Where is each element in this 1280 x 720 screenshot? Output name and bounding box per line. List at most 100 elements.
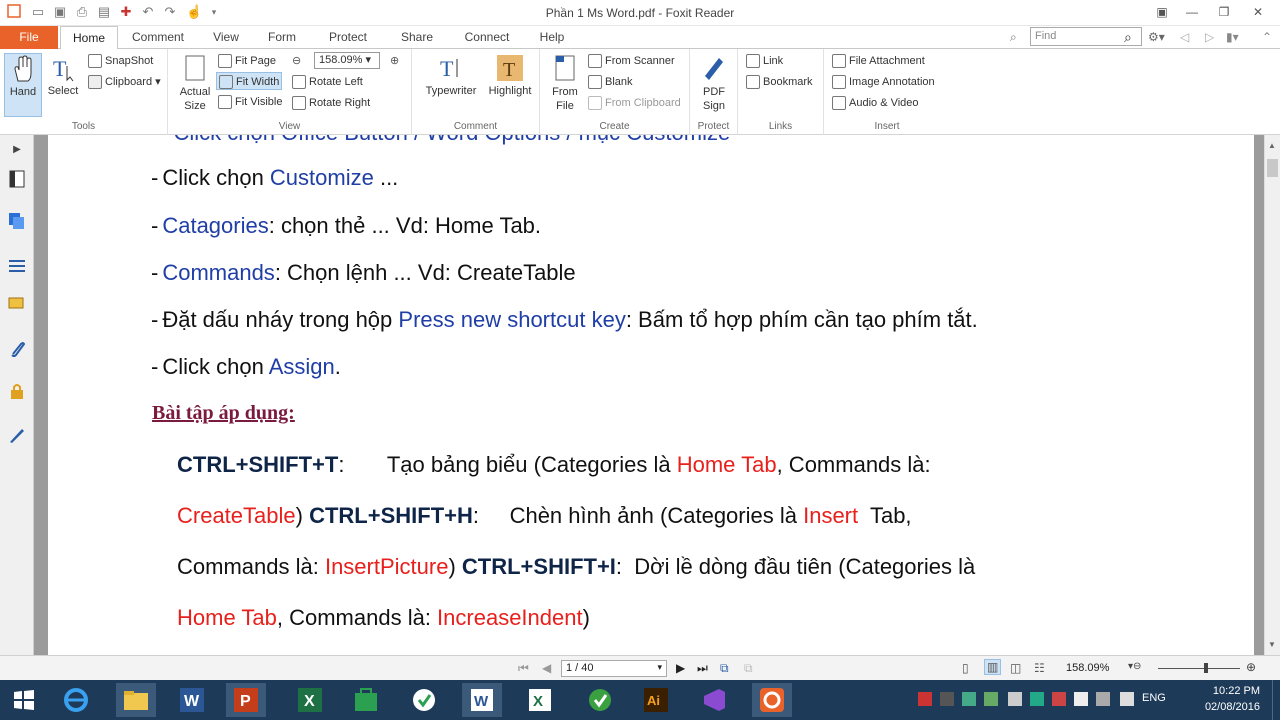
fit-visible-button[interactable]: Fit Visible (218, 93, 282, 111)
rotate-right-button[interactable]: Rotate Right (292, 94, 370, 112)
tray-flag-icon[interactable] (1074, 692, 1088, 706)
foxit-reader-icon[interactable] (752, 683, 792, 717)
audio-video-button[interactable]: Audio & Video (832, 94, 919, 112)
zoom-out-icon[interactable]: ⊖ (292, 52, 301, 70)
fit-width-button[interactable]: Fit Width (216, 72, 283, 90)
tray-v-icon[interactable] (1052, 692, 1066, 706)
foxit-tray-icon[interactable] (918, 692, 932, 706)
illustrator-icon[interactable]: Ai (636, 683, 676, 717)
page-number-field[interactable]: 1 / 40 ▾ (561, 660, 667, 677)
file-attachment-button[interactable]: File Attachment (832, 52, 925, 70)
select-button[interactable]: T Select (44, 53, 82, 97)
language-indicator[interactable]: ENG (1142, 692, 1166, 704)
from-clipboard-button[interactable]: From Clipboard (588, 94, 681, 112)
actual-size-button[interactable]: Actual Size (174, 53, 216, 113)
user-icon[interactable]: ▮▾ (1226, 30, 1239, 44)
pages-icon[interactable] (7, 169, 27, 189)
tab-protect[interactable]: Protect (323, 26, 373, 49)
pdf-sign-button[interactable]: PDF Sign (694, 53, 734, 113)
settings-gear-icon[interactable]: ⚙▾ (1148, 30, 1165, 44)
forward-icon[interactable]: ▷ (1205, 30, 1214, 44)
fit-page-button[interactable]: Fit Page (218, 52, 276, 70)
from-scanner-button[interactable]: From Scanner (588, 52, 675, 70)
powerpoint-icon[interactable]: P (226, 683, 266, 717)
hand-button[interactable]: Hand (4, 53, 42, 117)
bookmarks-panel-icon[interactable] (7, 255, 27, 275)
word-icon[interactable]: W (172, 683, 212, 717)
volume-icon[interactable] (1120, 692, 1134, 706)
zoom-slider-thumb[interactable] (1204, 663, 1208, 673)
visual-studio-icon[interactable] (694, 683, 734, 717)
excel-icon[interactable]: X (290, 683, 330, 717)
search-icon[interactable]: ⌕ (1124, 29, 1132, 46)
scroll-thumb[interactable] (1267, 159, 1278, 177)
ribbon-collapse-icon[interactable]: ⌃ (1262, 30, 1272, 44)
word-doc-icon[interactable]: W (462, 683, 502, 717)
zoom-field[interactable]: 158.09% ▾ (314, 52, 380, 69)
clipboard-button[interactable]: Clipboard ▾ (88, 73, 161, 91)
next-view-icon[interactable]: ⧉ (744, 661, 753, 676)
store-icon[interactable] (346, 683, 386, 717)
gom-player-icon[interactable] (404, 683, 444, 717)
ribbon-display-icon[interactable]: ▣ (1150, 2, 1174, 22)
zoom-in-status-icon[interactable]: ⊕ (1246, 660, 1256, 674)
tray-shield-icon[interactable] (962, 692, 976, 706)
comments-panel-icon[interactable] (7, 295, 27, 315)
first-page-icon[interactable]: ⏮ (518, 661, 529, 676)
scroll-up-icon[interactable]: ▲ (1268, 141, 1276, 150)
tab-home[interactable]: Home (60, 26, 118, 50)
tab-help[interactable]: Help (535, 26, 569, 49)
tab-view[interactable]: View (205, 26, 247, 49)
minimize-button[interactable]: — (1180, 2, 1204, 22)
image-annotation-button[interactable]: Image Annotation (832, 73, 935, 91)
network-icon[interactable] (1096, 692, 1110, 706)
blank-button[interactable]: Blank (588, 73, 633, 91)
internet-explorer-icon[interactable] (56, 683, 96, 717)
expand-panel-icon[interactable]: ▶ (7, 139, 27, 159)
bookmark-button[interactable]: Bookmark (746, 73, 813, 91)
file-explorer-icon[interactable] (116, 683, 156, 717)
facing-page-icon[interactable]: ◫ (1010, 661, 1021, 675)
tray-excel-icon[interactable] (1030, 692, 1044, 706)
next-page-icon[interactable]: ▶ (676, 661, 685, 675)
zoom-dropdown-icon[interactable]: ▾⊖ (1128, 661, 1141, 672)
layers-icon[interactable] (7, 211, 27, 231)
tab-connect[interactable]: Connect (459, 26, 515, 49)
clock-date[interactable]: 02/08/2016 (1200, 701, 1260, 713)
excel-doc-icon[interactable]: X (520, 683, 560, 717)
typewriter-button[interactable]: T Typewriter (420, 53, 482, 97)
link-button[interactable]: Link (746, 52, 783, 70)
back-icon[interactable]: ◁ (1180, 30, 1189, 44)
tray-app-icon[interactable] (940, 692, 954, 706)
last-page-icon[interactable]: ⏭ (697, 661, 708, 676)
show-desktop-button[interactable] (1272, 680, 1280, 720)
tray-sync-icon[interactable] (984, 692, 998, 706)
zoom-slider[interactable] (1158, 668, 1240, 669)
start-windows-icon[interactable] (4, 683, 44, 717)
tab-comment[interactable]: Comment (124, 26, 192, 49)
security-lock-icon[interactable] (7, 381, 27, 401)
tab-form[interactable]: Form (262, 26, 302, 49)
snapshot-button[interactable]: SnapShot (88, 52, 153, 70)
from-file-button[interactable]: From File (544, 53, 586, 113)
single-page-icon[interactable]: ▯ (962, 661, 969, 675)
highlight-button[interactable]: T Highlight (484, 53, 536, 97)
vertical-scrollbar[interactable]: ▲ ▼ (1264, 135, 1280, 655)
maximize-button[interactable]: ❐ (1212, 2, 1236, 22)
previous-view-icon[interactable]: ⧉ (720, 661, 729, 676)
clock-time[interactable]: 10:22 PM (1204, 685, 1260, 697)
continuous-page-icon[interactable]: ▥ (984, 659, 1002, 675)
rotate-left-button[interactable]: Rotate Left (292, 73, 363, 91)
tray-box-icon[interactable] (1008, 692, 1022, 706)
zoom-in-icon[interactable]: ⊕ (390, 52, 399, 70)
scroll-down-icon[interactable]: ▼ (1268, 640, 1276, 649)
tab-share[interactable]: Share (396, 26, 438, 49)
signature-panel-icon[interactable] (7, 425, 27, 445)
close-button[interactable]: ✕ (1246, 2, 1270, 22)
continuous-facing-icon[interactable]: ☷ (1034, 661, 1045, 675)
camtasia-icon[interactable] (580, 683, 620, 717)
find-options-icon[interactable]: ⌕ (1010, 30, 1017, 45)
prev-page-icon[interactable]: ◀ (542, 661, 551, 675)
tab-file[interactable]: File (0, 26, 58, 49)
attachments-icon[interactable] (7, 339, 27, 359)
